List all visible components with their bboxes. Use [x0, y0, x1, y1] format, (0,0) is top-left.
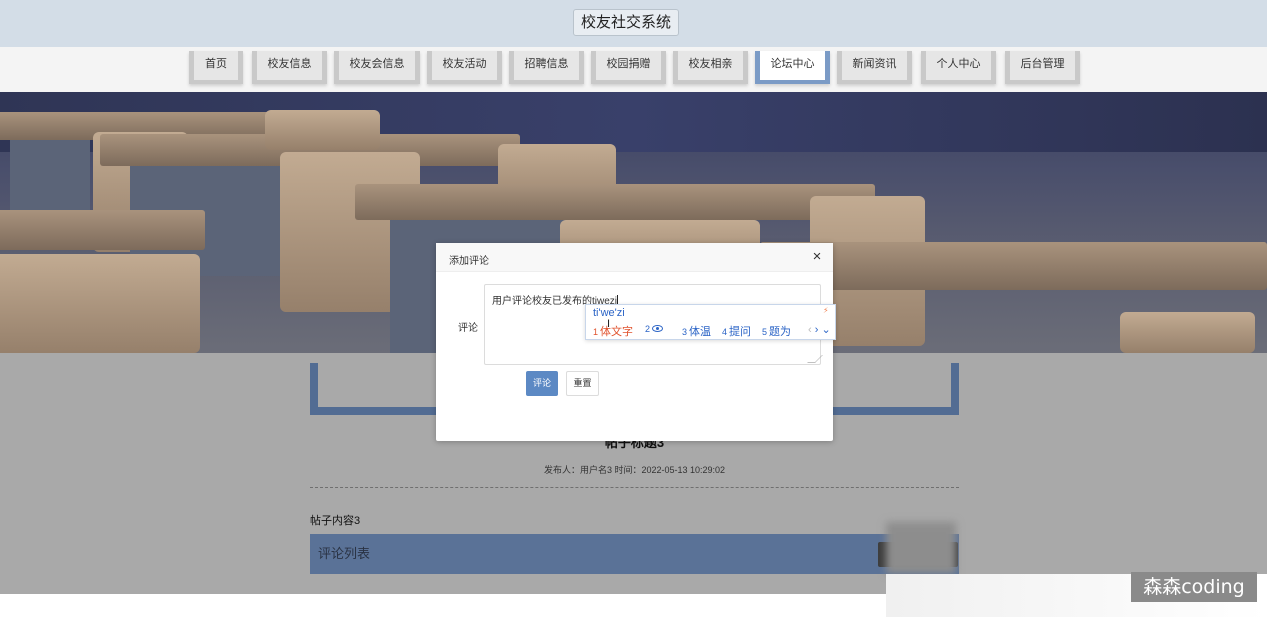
- ime-candidate[interactable]: 4 提问: [722, 323, 751, 339]
- divider: [310, 487, 959, 488]
- banner-desk: [760, 242, 1267, 290]
- chevron-right-icon[interactable]: ›: [815, 324, 819, 336]
- app-page: 校友社交系统 首页 校友信息 校友会信息 校友活动 招聘信息 校园捐赠 校友相亲…: [0, 0, 1267, 617]
- reset-button[interactable]: 重置: [566, 371, 599, 396]
- nav-item-home[interactable]: 首页: [189, 51, 243, 84]
- ime-candidate[interactable]: 1 体文字: [593, 323, 633, 339]
- comment-list-header: 评论列表: [310, 534, 959, 574]
- site-header: 校友社交系统: [0, 0, 1267, 47]
- comment-list-label: 评论列表: [318, 546, 371, 561]
- blurred-region: [886, 522, 956, 574]
- comment-text-committed: 用户评论校友已发布的: [492, 296, 592, 307]
- nav-item-admin[interactable]: 后台管理: [1005, 51, 1080, 84]
- text-cursor-icon: I: [607, 318, 611, 330]
- eye-icon: [652, 325, 664, 332]
- post-meta: 发布人：用户名3 时间：2022-05-13 10:29:02: [543, 465, 726, 475]
- nav-item-forum[interactable]: 论坛中心: [755, 51, 830, 84]
- chevron-down-icon[interactable]: ⌄: [821, 324, 830, 336]
- chevron-left-icon[interactable]: ‹: [808, 324, 812, 336]
- ime-candidate[interactable]: 2: [645, 323, 664, 335]
- banner-chair: [265, 110, 380, 150]
- ime-logo-icon: ⚡: [823, 306, 829, 315]
- nav-item-recruitment[interactable]: 招聘信息: [509, 51, 584, 84]
- nav-item-alumni-activities[interactable]: 校友活动: [427, 51, 502, 84]
- dialog-title: 添加评论: [449, 256, 489, 267]
- banner-chair: [0, 254, 200, 353]
- nav-item-alumni-association[interactable]: 校友会信息: [334, 51, 420, 84]
- main-nav: 首页 校友信息 校友会信息 校友活动 招聘信息 校园捐赠 校友相亲 论坛中心 新…: [0, 47, 1267, 92]
- nav-item-matchmaking[interactable]: 校友相亲: [673, 51, 748, 84]
- ime-candidate[interactable]: 5 题为: [762, 323, 791, 339]
- ime-pager: ‹ › ⌄: [808, 323, 831, 336]
- dialog-header: 添加评论 ×: [436, 243, 833, 272]
- banner-desk: [355, 184, 875, 220]
- banner-chair: [1120, 312, 1255, 353]
- site-title: 校友社交系统: [573, 9, 680, 36]
- close-icon[interactable]: ×: [809, 249, 825, 265]
- nav-item-personal-center[interactable]: 个人中心: [921, 51, 996, 84]
- nav-item-alumni-info[interactable]: 校友信息: [252, 51, 327, 84]
- watermark: 森森coding: [1131, 572, 1257, 602]
- post-content: 帖子内容3: [310, 515, 361, 527]
- submit-comment-button[interactable]: 评论: [526, 371, 558, 396]
- nav-item-donation[interactable]: 校园捐赠: [591, 51, 666, 84]
- add-comment-dialog: 添加评论 × 评论 用户评论校友已发布的tiwezi 评论 重置: [436, 243, 833, 441]
- comment-field-label: 评论: [458, 323, 478, 334]
- ime-candidate-popup: ti'we'zi ⚡ 1 体文字 2 3 体温 4 提问 5 题为 ‹ › ⌄: [585, 304, 836, 340]
- banner-desk: [0, 210, 205, 250]
- nav-item-news[interactable]: 新闻资讯: [837, 51, 912, 84]
- ime-candidate[interactable]: 3 体温: [682, 323, 711, 339]
